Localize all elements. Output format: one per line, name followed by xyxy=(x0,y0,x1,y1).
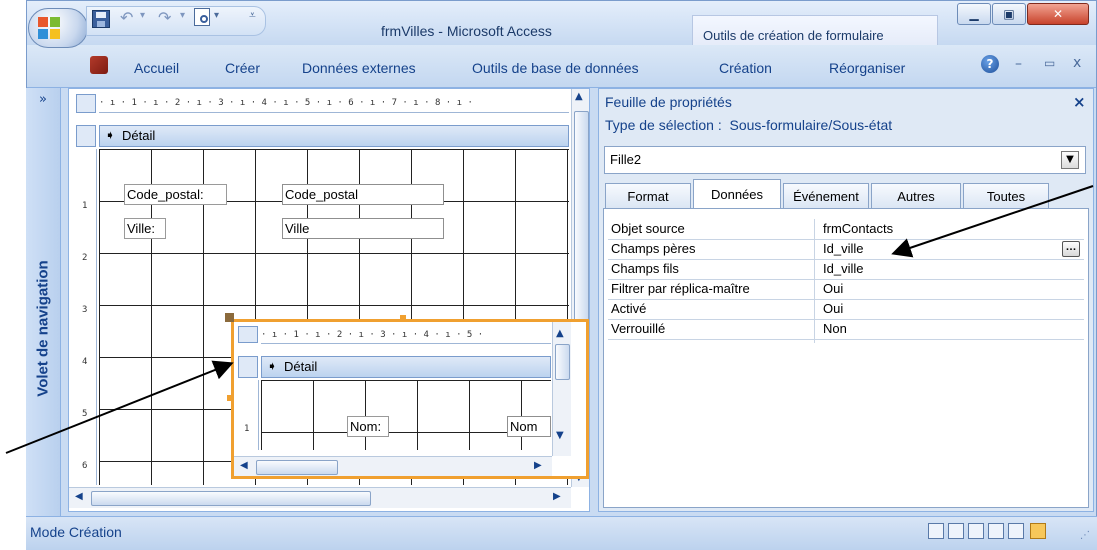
datasheet-view-icon[interactable] xyxy=(948,523,964,539)
annotation-arrow-champs-peres xyxy=(891,185,1094,258)
layout-view-icon[interactable] xyxy=(1008,523,1024,539)
resize-grip-icon[interactable]: ⋰ xyxy=(1080,530,1090,541)
design-view-icon[interactable] xyxy=(1030,523,1046,539)
annotation-arrows xyxy=(5,185,1094,454)
status-mode: Mode Création xyxy=(30,524,122,540)
pivottable-view-icon[interactable] xyxy=(968,523,984,539)
pivotchart-view-icon[interactable] xyxy=(988,523,1004,539)
form-view-icon[interactable] xyxy=(928,523,944,539)
annotation-arrow-subform xyxy=(5,360,234,454)
